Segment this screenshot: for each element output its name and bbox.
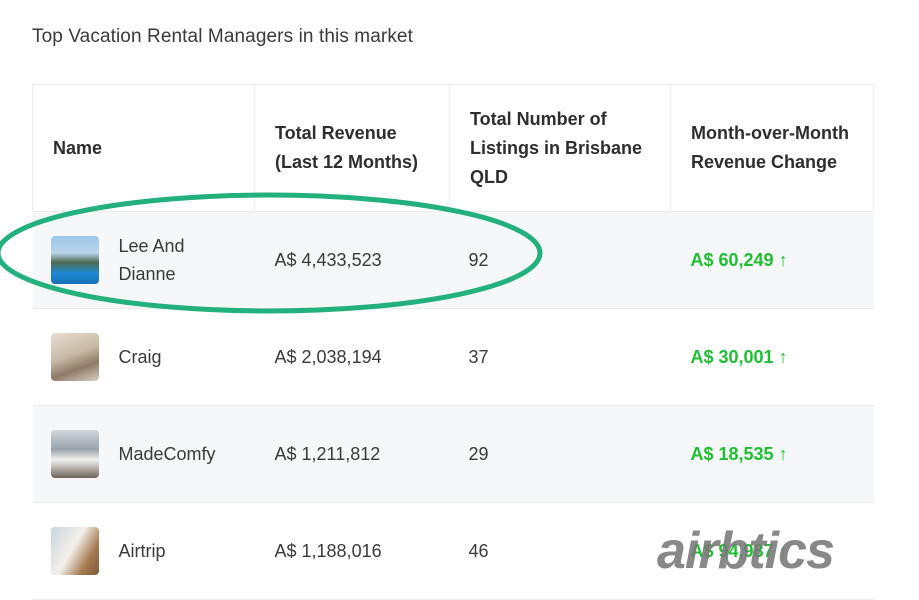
revenue-cell: A$ 4,433,523 [254,211,450,309]
listings-cell: 37 [449,308,671,406]
change-cell: A$ 94,987 ↑ [670,502,874,600]
header-name[interactable]: Name [32,84,255,212]
name-cell: Airtrip [32,502,255,600]
living-room-photo-icon [50,527,99,575]
table-row[interactable]: Craig A$ 2,038,194 37 A$ 30,001 ↑ [32,308,874,406]
table-header-row: Name Total Revenue (Last 12 Months) Tota… [32,84,874,212]
bedroom-photo-icon [50,430,99,478]
header-revenue-change[interactable]: Month-over-Month Revenue Change [670,84,874,212]
name-cell: Lee And Dianne [32,211,255,309]
change-cell: A$ 18,535 ↑ [670,405,874,503]
revenue-cell: A$ 1,188,016 [254,502,450,600]
listings-cell: 46 [449,502,671,600]
name-cell: MadeComfy [32,405,255,503]
table-row[interactable]: Lee And Dianne A$ 4,433,523 92 A$ 60,249… [32,211,874,309]
manager-name[interactable]: MadeComfy [119,440,216,468]
manager-name[interactable]: Airtrip [119,537,166,565]
header-listings[interactable]: Total Number of Listings in Brisbane QLD [449,84,671,212]
manager-name[interactable]: Craig [119,343,162,371]
section-title: Top Vacation Rental Managers in this mar… [32,26,413,47]
pool-photo-icon [50,236,99,284]
change-cell: A$ 60,249 ↑ [670,211,874,309]
listings-cell: 29 [449,405,671,503]
header-total-revenue[interactable]: Total Revenue (Last 12 Months) [254,84,450,212]
listings-cell: 92 [449,211,671,309]
revenue-cell: A$ 1,211,812 [254,405,450,503]
manager-name[interactable]: Lee And Dianne [119,232,199,288]
revenue-cell: A$ 2,038,194 [254,308,450,406]
change-cell: A$ 30,001 ↑ [670,308,874,406]
room-photo-icon [50,333,99,381]
name-cell: Craig [32,308,255,406]
table-row[interactable]: MadeComfy A$ 1,211,812 29 A$ 18,535 ↑ [32,405,874,503]
managers-table: Name Total Revenue (Last 12 Months) Tota… [32,84,874,600]
table-row[interactable]: Airtrip A$ 1,188,016 46 A$ 94,987 ↑ [32,502,874,600]
